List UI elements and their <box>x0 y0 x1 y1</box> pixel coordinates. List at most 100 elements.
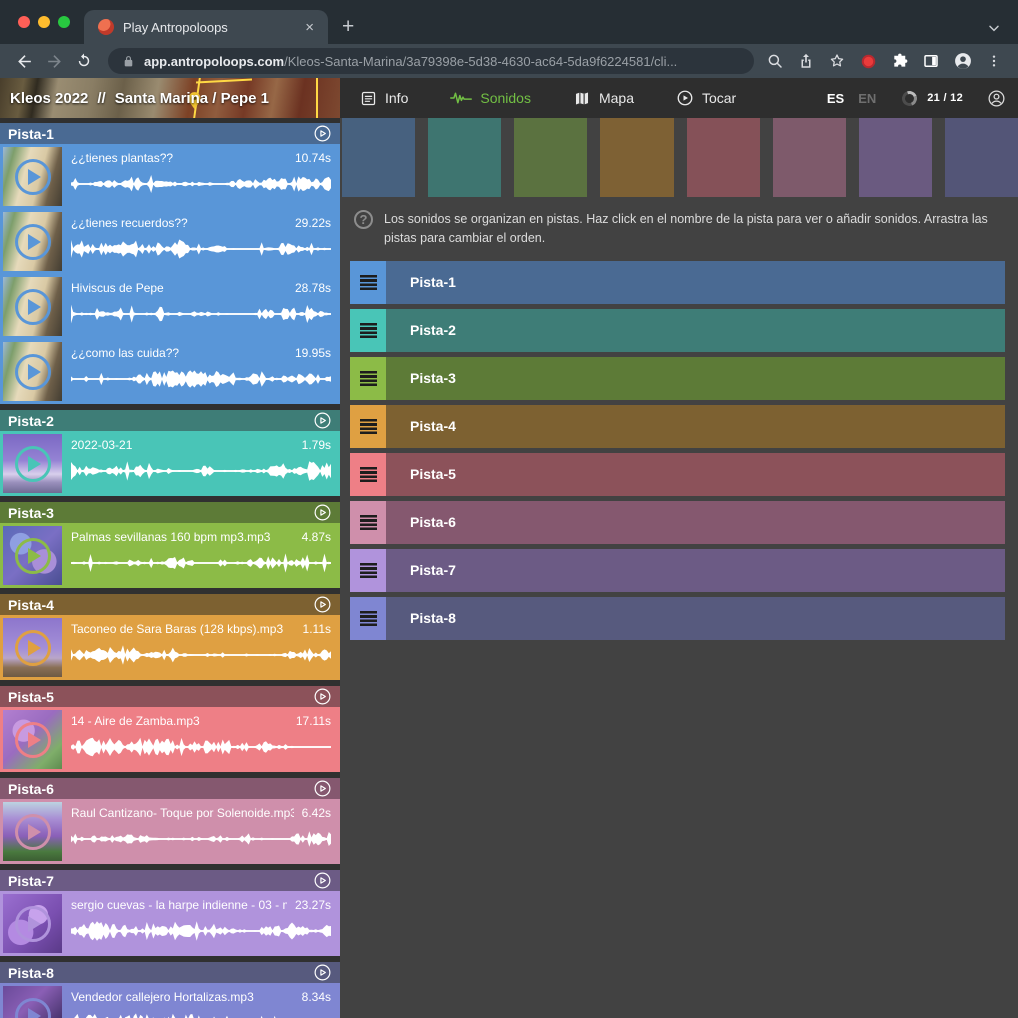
track-row-bar[interactable]: Pista-5 <box>386 453 1005 496</box>
sound-clip[interactable]: Vendedor callejero Hortalizas.mp38.34s <box>0 983 340 1018</box>
track-row-pista-8[interactable]: Pista-8 <box>350 597 1005 640</box>
clip-play-icon[interactable] <box>15 159 51 195</box>
sound-clip[interactable]: ¿¿tienes plantas??10.74s <box>0 144 340 209</box>
clip-thumbnail[interactable] <box>3 212 62 271</box>
track-play-button[interactable] <box>313 779 332 798</box>
track-header[interactable]: Pista-6 <box>0 778 340 799</box>
track-play-button[interactable] <box>313 963 332 982</box>
clip-waveform[interactable] <box>71 643 331 667</box>
clip-waveform[interactable] <box>71 919 331 943</box>
nav-item-sonidos[interactable]: Sonidos <box>450 90 531 106</box>
sound-clip[interactable]: Hiviscus de Pepe28.78s <box>0 274 340 339</box>
clip-play-icon[interactable] <box>15 354 51 390</box>
track-row-pista-6[interactable]: Pista-6 <box>350 501 1005 544</box>
clip-thumbnail[interactable] <box>3 618 62 677</box>
track-header[interactable]: Pista-8 <box>0 962 340 983</box>
color-swatch-pista-3[interactable] <box>514 118 587 197</box>
window-minimize-button[interactable] <box>38 16 50 28</box>
clip-play-icon[interactable] <box>15 814 51 850</box>
track-header[interactable]: Pista-3 <box>0 502 340 523</box>
color-swatch-pista-7[interactable] <box>859 118 932 197</box>
clip-play-icon[interactable] <box>15 722 51 758</box>
clip-waveform[interactable] <box>71 735 331 759</box>
forward-button[interactable] <box>42 49 66 73</box>
sound-clip[interactable]: Taconeo de Sara Baras (128 kbps).mp31.11… <box>0 615 340 680</box>
sound-clip[interactable]: Raul Cantizano- Toque por Solenoide.mp36… <box>0 799 340 864</box>
clip-thumbnail[interactable] <box>3 342 62 401</box>
sound-clip[interactable]: Palmas sevillanas 160 bpm mp3.mp34.87s <box>0 523 340 588</box>
color-swatch-pista-5[interactable] <box>687 118 760 197</box>
sound-clip[interactable]: sergio cuevas - la harpe indienne - 03 -… <box>0 891 340 956</box>
track-row-bar[interactable]: Pista-4 <box>386 405 1005 448</box>
track-row-bar[interactable]: Pista-3 <box>386 357 1005 400</box>
clip-waveform[interactable] <box>71 1011 331 1018</box>
track-play-button[interactable] <box>313 411 332 430</box>
clip-thumbnail[interactable] <box>3 277 62 336</box>
clip-waveform[interactable] <box>71 367 331 391</box>
share-icon[interactable] <box>797 52 815 70</box>
side-panel-icon[interactable] <box>922 52 940 70</box>
nav-item-info[interactable]: Info <box>360 90 408 107</box>
drag-handle[interactable] <box>350 405 386 448</box>
reload-button[interactable] <box>72 49 96 73</box>
nav-item-tocar[interactable]: Tocar <box>676 89 736 107</box>
clip-play-icon[interactable] <box>15 630 51 666</box>
nav-item-mapa[interactable]: Mapa <box>573 90 634 107</box>
breadcrumb[interactable]: Kleos 2022 // Santa Marina / Pepe 1 <box>0 78 340 118</box>
clip-thumbnail[interactable] <box>3 710 62 769</box>
track-play-button[interactable] <box>313 503 332 522</box>
track-row-pista-5[interactable]: Pista-5 <box>350 453 1005 496</box>
track-header[interactable]: Pista-2 <box>0 410 340 431</box>
track-row-pista-7[interactable]: Pista-7 <box>350 549 1005 592</box>
clip-waveform[interactable] <box>71 237 331 261</box>
bookmark-star-icon[interactable] <box>828 52 846 70</box>
clip-thumbnail[interactable] <box>3 894 62 953</box>
extensions-puzzle-icon[interactable] <box>891 52 909 70</box>
track-row-bar[interactable]: Pista-8 <box>386 597 1005 640</box>
color-swatch-pista-4[interactable] <box>600 118 673 197</box>
drag-handle[interactable] <box>350 357 386 400</box>
track-row-pista-1[interactable]: Pista-1 <box>350 261 1005 304</box>
sound-clip[interactable]: ¿¿tienes recuerdos??29.22s <box>0 209 340 274</box>
clip-thumbnail[interactable] <box>3 986 62 1018</box>
drag-handle[interactable] <box>350 597 386 640</box>
clip-play-icon[interactable] <box>15 538 51 574</box>
clip-waveform[interactable] <box>71 172 331 196</box>
sound-clip[interactable]: ¿¿como las cuida??19.95s <box>0 339 340 404</box>
window-zoom-button[interactable] <box>58 16 70 28</box>
clip-waveform[interactable] <box>71 551 331 575</box>
track-header[interactable]: Pista-4 <box>0 594 340 615</box>
browser-menu-kebab-icon[interactable] <box>986 52 1002 70</box>
track-header[interactable]: Pista-1 <box>0 123 340 144</box>
track-play-button[interactable] <box>313 687 332 706</box>
track-header[interactable]: Pista-7 <box>0 870 340 891</box>
color-swatch-pista-1[interactable] <box>342 118 415 197</box>
track-play-button[interactable] <box>313 595 332 614</box>
color-swatch-pista-8[interactable] <box>945 118 1018 197</box>
clip-play-icon[interactable] <box>15 224 51 260</box>
clip-waveform[interactable] <box>71 459 331 483</box>
track-row-pista-3[interactable]: Pista-3 <box>350 357 1005 400</box>
new-tab-button[interactable]: + <box>342 15 354 39</box>
track-row-bar[interactable]: Pista-7 <box>386 549 1005 592</box>
zoom-page-icon[interactable] <box>766 52 784 70</box>
clip-thumbnail[interactable] <box>3 434 62 493</box>
browser-tab[interactable]: Play Antropoloops × <box>84 10 328 44</box>
clip-thumbnail[interactable] <box>3 802 62 861</box>
breadcrumb-track[interactable]: Santa Marina / Pepe 1 <box>115 90 269 107</box>
clip-play-icon[interactable] <box>15 998 51 1018</box>
drag-handle[interactable] <box>350 453 386 496</box>
language-en[interactable]: EN <box>858 91 876 106</box>
profile-avatar-icon[interactable] <box>953 51 973 71</box>
clip-thumbnail[interactable] <box>3 526 62 585</box>
clip-waveform[interactable] <box>71 827 331 851</box>
track-header[interactable]: Pista-5 <box>0 686 340 707</box>
window-close-button[interactable] <box>18 16 30 28</box>
color-swatch-pista-6[interactable] <box>773 118 846 197</box>
clip-play-icon[interactable] <box>15 906 51 942</box>
track-row-pista-2[interactable]: Pista-2 <box>350 309 1005 352</box>
track-row-bar[interactable]: Pista-2 <box>386 309 1005 352</box>
address-bar[interactable]: app.antropoloops.com/Kleos-Santa-Marina/… <box>108 48 754 74</box>
sound-clip[interactable]: 14 - Aire de Zamba.mp317.11s <box>0 707 340 772</box>
tab-close-icon[interactable]: × <box>301 18 318 37</box>
